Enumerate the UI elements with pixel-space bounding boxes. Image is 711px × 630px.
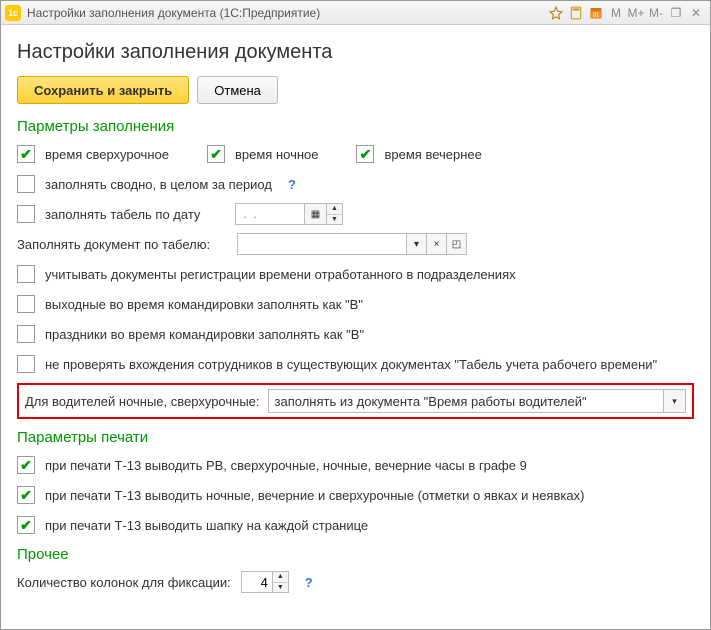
label-fix-cols: Количество колонок для фиксации: xyxy=(17,575,231,590)
section-other: Прочее xyxy=(17,546,694,563)
label-t13-g9: при печати Т-13 выводить РВ, сверхурочны… xyxy=(45,458,527,473)
label-trip-weekends: выходные во время командировки заполнять… xyxy=(45,297,363,312)
help-summary-period[interactable]: ? xyxy=(288,177,296,192)
checkbox-trip-holidays[interactable] xyxy=(17,325,35,343)
drivers-dropdown[interactable]: заполнять из документа "Время работы вод… xyxy=(268,389,686,413)
checkbox-t13-marks[interactable] xyxy=(17,486,35,504)
titlebar: 1c Настройки заполнения документа (1С:Пр… xyxy=(1,1,710,25)
checkbox-t13-header[interactable] xyxy=(17,516,35,534)
window-title: Настройки заполнения документа (1С:Предп… xyxy=(27,6,546,20)
fix-cols-spinner[interactable]: ▲▼ xyxy=(273,571,289,593)
checkbox-night[interactable] xyxy=(207,145,225,163)
label-trip-holidays: праздники во время командировки заполнят… xyxy=(45,327,364,342)
calendar-icon[interactable]: 31 xyxy=(586,4,606,22)
save-close-button[interactable]: Сохранить и закрыть xyxy=(17,76,189,104)
favorite-icon[interactable] xyxy=(546,4,566,22)
section-fill-params: Парметры заполнения xyxy=(17,118,694,135)
app-icon: 1c xyxy=(5,5,21,21)
date-spinner[interactable]: ▲▼ xyxy=(327,203,343,225)
checkbox-overtime[interactable] xyxy=(17,145,35,163)
label-t13-header: при печати Т-13 выводить шапку на каждой… xyxy=(45,518,368,533)
label-consider-reg: учитывать документы регистрации времени … xyxy=(45,267,516,282)
memory-mminus-button[interactable]: M- xyxy=(646,4,666,22)
date-input-group: ▦ ▲▼ xyxy=(235,203,343,225)
label-summary-period: заполнять сводно, в целом за период xyxy=(45,177,272,192)
memory-mplus-button[interactable]: M+ xyxy=(626,4,646,22)
help-fix-cols[interactable]: ? xyxy=(305,575,313,590)
calculator-icon[interactable] xyxy=(566,4,586,22)
drivers-highlight-row: Для водителей ночные, сверхурочные: запо… xyxy=(17,383,694,419)
content-area: Настройки заполнения документа Сохранить… xyxy=(1,25,710,613)
checkbox-no-check-entries[interactable] xyxy=(17,355,35,373)
tabel-open-button[interactable]: ◰ xyxy=(447,233,467,255)
checkbox-trip-weekends[interactable] xyxy=(17,295,35,313)
label-evening: время вечернее xyxy=(384,147,481,162)
checkbox-consider-reg[interactable] xyxy=(17,265,35,283)
date-field[interactable] xyxy=(235,203,305,225)
section-print-params: Параметры печати xyxy=(17,429,694,446)
window-restore-button[interactable]: ❐ xyxy=(666,4,686,22)
svg-text:31: 31 xyxy=(593,12,599,18)
close-button[interactable]: ✕ xyxy=(686,4,706,22)
page-title: Настройки заполнения документа xyxy=(17,41,694,64)
label-drivers: Для водителей ночные, сверхурочные: xyxy=(25,394,260,409)
tabel-input[interactable] xyxy=(237,233,407,255)
checkbox-t13-g9[interactable] xyxy=(17,456,35,474)
fix-cols-input-group: ▲▼ xyxy=(241,571,289,593)
checkbox-summary-period[interactable] xyxy=(17,175,35,193)
checkbox-fill-by-date[interactable] xyxy=(17,205,35,223)
fix-cols-input[interactable] xyxy=(241,571,273,593)
label-overtime: время сверхурочное xyxy=(45,147,169,162)
cancel-button[interactable]: Отмена xyxy=(197,76,278,104)
label-t13-marks: при печати Т-13 выводить ночные, вечерни… xyxy=(45,488,584,503)
tabel-combo: ▾ × ◰ xyxy=(237,233,467,255)
label-doc-by-tabel: Заполнять документ по табелю: xyxy=(17,237,227,252)
label-night: время ночное xyxy=(235,147,319,162)
drivers-dropdown-value: заполнять из документа "Время работы вод… xyxy=(268,389,664,413)
date-picker-button[interactable]: ▦ xyxy=(305,203,327,225)
tabel-clear-button[interactable]: × xyxy=(427,233,447,255)
drivers-dropdown-button[interactable]: ▾ xyxy=(664,389,686,413)
label-no-check-entries: не проверять вхождения сотрудников в сущ… xyxy=(45,357,657,372)
label-fill-by-date: заполнять табель по дату xyxy=(45,207,225,222)
tabel-dropdown-button[interactable]: ▾ xyxy=(407,233,427,255)
memory-m-button[interactable]: M xyxy=(606,4,626,22)
checkbox-evening[interactable] xyxy=(356,145,374,163)
action-buttons: Сохранить и закрыть Отмена xyxy=(17,76,694,104)
